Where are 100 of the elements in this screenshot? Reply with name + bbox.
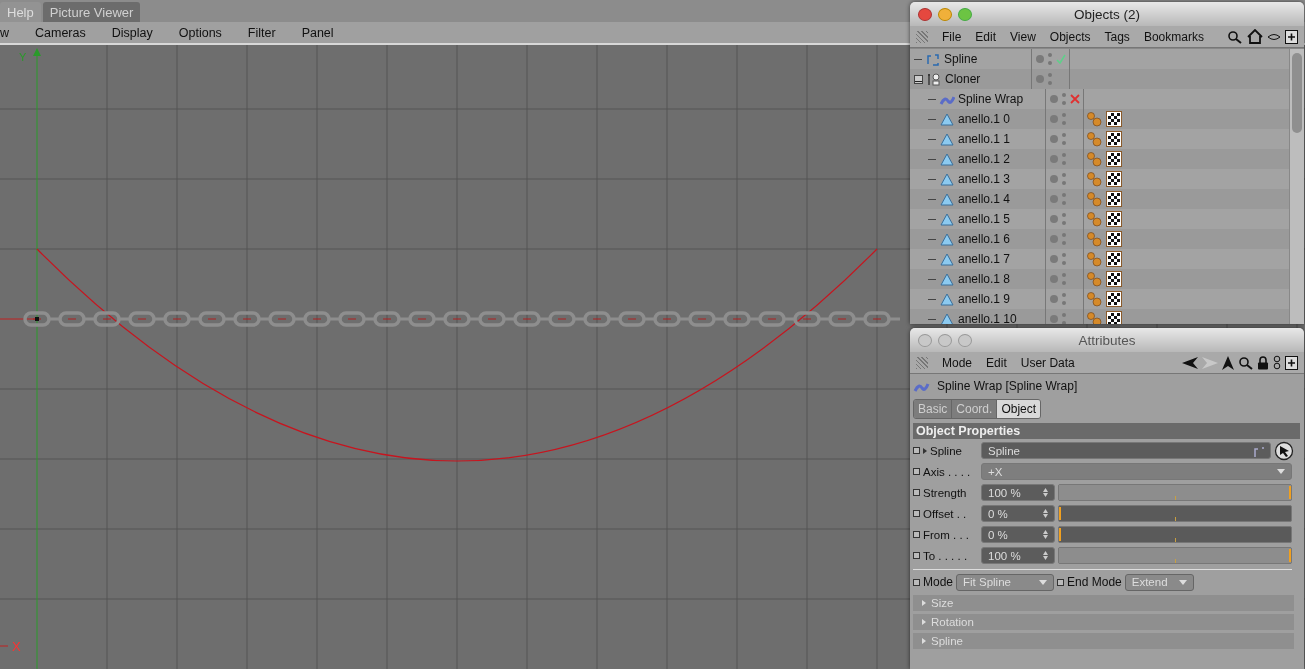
keyframe-checkbox[interactable] bbox=[913, 468, 920, 475]
checkerboard-icon[interactable] bbox=[1106, 311, 1122, 324]
dots-icon[interactable] bbox=[1048, 52, 1052, 66]
object-name[interactable]: anello.1 4 bbox=[958, 192, 1011, 206]
checkerboard-icon[interactable] bbox=[1106, 291, 1122, 307]
triangle-icon[interactable] bbox=[923, 447, 927, 454]
link-field[interactable]: Spline bbox=[981, 442, 1271, 459]
object-name[interactable]: anello.1 9 bbox=[958, 292, 1011, 306]
object-name[interactable]: anello.1 2 bbox=[958, 152, 1011, 166]
object-name[interactable]: anello.1 7 bbox=[958, 252, 1011, 266]
keyframe-checkbox[interactable] bbox=[913, 447, 920, 454]
keyframe-checkbox[interactable] bbox=[913, 489, 920, 496]
dots-icon[interactable] bbox=[1062, 92, 1066, 106]
keyframe-checkbox[interactable] bbox=[1057, 578, 1065, 586]
menu-item[interactable]: Edit bbox=[975, 29, 997, 44]
new-panel-icon[interactable] bbox=[1285, 355, 1298, 370]
minimize-button[interactable] bbox=[938, 333, 952, 347]
zoom-button[interactable] bbox=[958, 7, 972, 21]
scrollbar[interactable] bbox=[1289, 49, 1304, 324]
menu-item[interactable]: View bbox=[1010, 29, 1036, 44]
slider-track[interactable] bbox=[1058, 505, 1292, 522]
number-field[interactable]: 100 % bbox=[981, 484, 1055, 501]
object-name[interactable]: Spline Wrap bbox=[958, 92, 1024, 106]
checkerboard-icon[interactable] bbox=[1106, 251, 1122, 267]
number-field[interactable]: 0 % bbox=[981, 526, 1055, 543]
checkerboard-icon[interactable] bbox=[1106, 131, 1122, 147]
visibility-dot[interactable] bbox=[1050, 195, 1058, 203]
object-name[interactable]: Cloner bbox=[945, 72, 981, 86]
checkerboard-icon[interactable] bbox=[1106, 271, 1122, 287]
object-name[interactable]: anello.1 3 bbox=[958, 172, 1011, 186]
slider-track[interactable] bbox=[1058, 526, 1292, 543]
tab[interactable]: Object bbox=[997, 400, 1041, 418]
number-field[interactable]: 100 % bbox=[981, 547, 1055, 564]
menu-item[interactable]: Bookmarks bbox=[1143, 29, 1204, 44]
visibility-dot[interactable] bbox=[1050, 95, 1058, 103]
visibility-dot[interactable] bbox=[1050, 295, 1058, 303]
search-icon[interactable] bbox=[1238, 355, 1253, 370]
object-name[interactable]: anello.1 0 bbox=[958, 112, 1011, 126]
scrollbar-thumb[interactable] bbox=[1292, 53, 1302, 133]
visibility-dot[interactable] bbox=[1050, 255, 1058, 263]
keyframe-checkbox[interactable] bbox=[913, 552, 920, 559]
eye-icon[interactable] bbox=[1267, 32, 1281, 41]
menu-item[interactable]: Panel bbox=[301, 25, 334, 40]
new-panel-icon[interactable] bbox=[1285, 29, 1298, 44]
dots-icon[interactable] bbox=[1062, 212, 1066, 226]
dots-icon[interactable] bbox=[1062, 252, 1066, 266]
close-button[interactable] bbox=[918, 333, 932, 347]
dots-icon[interactable] bbox=[1062, 132, 1066, 146]
menu-item[interactable]: Edit bbox=[986, 355, 1007, 370]
slider-track[interactable] bbox=[1058, 547, 1292, 564]
menu-item[interactable]: Filter bbox=[247, 25, 276, 40]
visibility-dot[interactable] bbox=[1050, 275, 1058, 283]
menu-item[interactable]: w bbox=[0, 25, 10, 40]
checkerboard-icon[interactable] bbox=[1106, 171, 1122, 187]
checkerboard-icon[interactable] bbox=[1106, 151, 1122, 167]
dots-icon[interactable] bbox=[1062, 172, 1066, 186]
visibility-dot[interactable] bbox=[1050, 235, 1058, 243]
back-arrow-icon[interactable] bbox=[1182, 356, 1198, 369]
lock-icon[interactable] bbox=[1257, 355, 1269, 370]
visibility-dot[interactable] bbox=[1036, 55, 1044, 63]
cross-icon[interactable] bbox=[1070, 94, 1080, 104]
menu-item[interactable]: User Data bbox=[1020, 355, 1075, 370]
dots-icon[interactable] bbox=[1062, 292, 1066, 306]
checkerboard-icon[interactable] bbox=[1106, 231, 1122, 247]
checkerboard-icon[interactable] bbox=[1106, 191, 1122, 207]
expand-toggle[interactable] bbox=[914, 74, 923, 84]
menu-item[interactable]: Mode bbox=[942, 355, 973, 370]
visibility-dot[interactable] bbox=[1036, 75, 1044, 83]
menu-item[interactable]: File bbox=[942, 29, 962, 44]
menu-item[interactable]: Cameras bbox=[35, 25, 86, 40]
visibility-dot[interactable] bbox=[1050, 315, 1058, 323]
object-name[interactable]: Spline bbox=[944, 52, 978, 66]
menu-item[interactable]: Display bbox=[111, 25, 153, 40]
visibility-dot[interactable] bbox=[1050, 175, 1058, 183]
search-icon[interactable] bbox=[1227, 29, 1243, 44]
keyframe-checkbox[interactable] bbox=[913, 578, 920, 586]
object-name[interactable]: anello.1 6 bbox=[958, 232, 1011, 246]
zoom-button[interactable] bbox=[958, 333, 972, 347]
checkerboard-icon[interactable] bbox=[1106, 211, 1122, 227]
object-name[interactable]: anello.1 8 bbox=[958, 272, 1011, 286]
object-name[interactable]: anello.1 5 bbox=[958, 212, 1011, 226]
object-name[interactable]: anello.1 10 bbox=[958, 312, 1017, 324]
visibility-dot[interactable] bbox=[1050, 155, 1058, 163]
visibility-dot[interactable] bbox=[1050, 135, 1058, 143]
visibility-dot[interactable] bbox=[1050, 215, 1058, 223]
menu-item[interactable]: Tags bbox=[1104, 29, 1130, 44]
dots-icon[interactable] bbox=[1062, 312, 1066, 324]
minimize-button[interactable] bbox=[938, 7, 952, 21]
check-icon[interactable] bbox=[1056, 54, 1066, 64]
number-field[interactable]: 0 % bbox=[981, 505, 1055, 522]
home-icon[interactable] bbox=[1247, 29, 1263, 44]
menu-item[interactable]: Options bbox=[178, 25, 222, 40]
object-name[interactable]: anello.1 1 bbox=[958, 132, 1011, 146]
close-button[interactable] bbox=[918, 7, 932, 21]
checkerboard-icon[interactable] bbox=[1106, 111, 1122, 127]
keyframe-checkbox[interactable] bbox=[913, 510, 920, 517]
visibility-dot[interactable] bbox=[1050, 115, 1058, 123]
menu-item[interactable]: Objects bbox=[1049, 29, 1091, 44]
slider-track[interactable] bbox=[1058, 484, 1292, 501]
link-icon[interactable] bbox=[1273, 355, 1281, 370]
